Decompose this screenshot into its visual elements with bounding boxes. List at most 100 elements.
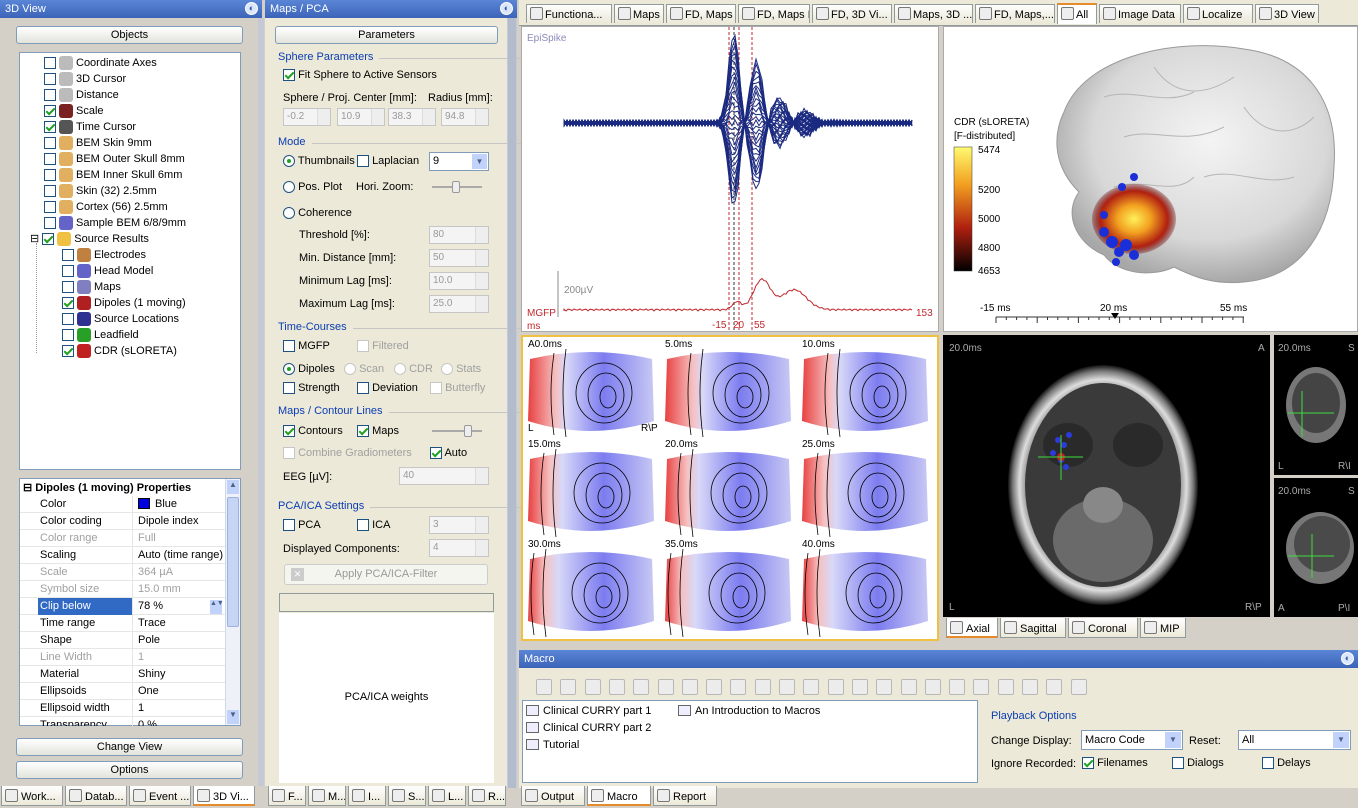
parameters-button[interactable]: Parameters bbox=[275, 26, 498, 44]
panel-menu-icon[interactable]: ◐ bbox=[245, 2, 258, 15]
record-icon[interactable] bbox=[997, 679, 1014, 695]
tree-checkbox[interactable] bbox=[62, 249, 74, 262]
property-value[interactable]: 1 bbox=[136, 651, 144, 663]
tree-item[interactable]: BEM Outer Skull 8mm bbox=[44, 151, 185, 167]
tree-checkbox[interactable] bbox=[42, 233, 55, 246]
property-row[interactable]: Scale 364 µA bbox=[20, 564, 226, 581]
tree-checkbox[interactable] bbox=[44, 121, 56, 134]
property-row[interactable]: Ellipsoids One bbox=[20, 683, 226, 700]
tree-checkbox[interactable] bbox=[62, 297, 74, 310]
threshold-field[interactable]: 80 bbox=[429, 226, 489, 244]
center-x-field[interactable]: -0.2 bbox=[283, 108, 331, 126]
filenames-checkbox[interactable]: Filenames bbox=[1082, 757, 1148, 770]
change-display-select[interactable]: Macro Code ▼ bbox=[1081, 730, 1183, 750]
maps-grid-view[interactable]: A0.0ms L R\P 5.0ms 10.0ms 15.0ms 20.0ms 25.0ms 3… bbox=[521, 335, 939, 641]
center-z-field[interactable]: 38.3 bbox=[388, 108, 436, 126]
tree-item[interactable]: Maps bbox=[62, 279, 121, 295]
reset-select[interactable]: All ▼ bbox=[1238, 730, 1351, 750]
tree-checkbox[interactable] bbox=[44, 201, 56, 214]
topo-map[interactable]: 10.0ms bbox=[797, 337, 934, 437]
tree-checkbox[interactable] bbox=[44, 57, 56, 70]
tree-checkbox[interactable] bbox=[44, 105, 56, 118]
topo-map[interactable]: 35.0ms bbox=[660, 537, 797, 637]
layout-tab[interactable]: All bbox=[1057, 3, 1097, 24]
layout-tab[interactable]: FD, Maps H bbox=[738, 4, 810, 23]
ica-checkbox[interactable]: ICA bbox=[357, 519, 390, 532]
tree-item[interactable]: 3D Cursor bbox=[44, 71, 126, 87]
mri-coronal-view[interactable]: 20.0ms S L R\I bbox=[1274, 335, 1358, 475]
hori-zoom-slider[interactable] bbox=[432, 181, 482, 193]
tree-item[interactable]: Electrodes bbox=[62, 247, 146, 263]
stats-radio[interactable]: Stats bbox=[441, 363, 481, 376]
tree-item[interactable]: Coordinate Axes bbox=[44, 55, 157, 71]
undo-icon[interactable] bbox=[900, 679, 917, 695]
property-row[interactable]: Color range Full bbox=[20, 530, 226, 547]
property-value[interactable]: Shiny bbox=[136, 668, 166, 680]
pca-checkbox[interactable]: PCA bbox=[283, 519, 321, 532]
bottom-tab[interactable]: M... bbox=[308, 786, 346, 806]
contour-slider[interactable] bbox=[432, 425, 482, 437]
macro-list[interactable]: Clinical CURRY part 1 Clinical CURRY part… bbox=[522, 700, 978, 783]
property-row[interactable]: Color coding Dipole index bbox=[20, 513, 226, 530]
record-icon[interactable] bbox=[1022, 679, 1038, 695]
tree-checkbox[interactable] bbox=[62, 345, 74, 358]
save-icon[interactable] bbox=[584, 679, 601, 695]
max-lag-field[interactable]: 25.0 bbox=[429, 295, 489, 313]
bottom-tab[interactable]: Work... bbox=[1, 786, 63, 806]
tree-item[interactable]: Cortex (56) 2.5mm bbox=[44, 199, 168, 215]
tree-item[interactable]: Skin (32) 2.5mm bbox=[44, 183, 157, 199]
list-view-icon[interactable] bbox=[706, 679, 723, 695]
tree-item[interactable]: Dipoles (1 moving) bbox=[62, 295, 186, 311]
refresh-icon[interactable] bbox=[949, 679, 966, 695]
scan-radio[interactable]: Scan bbox=[344, 363, 384, 376]
eeg-field[interactable]: 40 bbox=[399, 467, 489, 485]
bottom-tab[interactable]: S... bbox=[388, 786, 426, 806]
property-value[interactable]: 78 % ▲▼ bbox=[136, 600, 224, 614]
tree-item[interactable]: Head Model bbox=[62, 263, 153, 279]
panel-menu-icon[interactable]: ◐ bbox=[1341, 652, 1354, 665]
options-button[interactable]: Options bbox=[16, 761, 243, 779]
thumbnails-radio[interactable]: Thumbnails bbox=[283, 155, 355, 168]
topo-map[interactable]: 30.0ms bbox=[523, 537, 660, 637]
tree-checkbox[interactable] bbox=[44, 217, 56, 230]
bottom-tab[interactable]: L... bbox=[428, 786, 466, 806]
layout-tab[interactable]: Functiona... bbox=[526, 4, 612, 23]
view-tab[interactable]: Sagittal bbox=[1000, 618, 1066, 638]
mri-axial-view[interactable]: 20.0ms A L R\P bbox=[943, 335, 1270, 617]
step-icon[interactable] bbox=[779, 679, 795, 695]
property-row[interactable]: Color Blue bbox=[20, 496, 226, 513]
step-icon[interactable] bbox=[803, 679, 820, 695]
props-scrollbar[interactable]: ▲ ▼ bbox=[225, 479, 240, 725]
topo-map[interactable]: 20.0ms bbox=[660, 437, 797, 537]
refresh-icon[interactable] bbox=[924, 679, 941, 695]
property-value[interactable]: One bbox=[136, 685, 159, 697]
contours-checkbox[interactable]: Contours bbox=[283, 425, 343, 438]
property-value[interactable]: 15.0 mm bbox=[136, 583, 181, 595]
bottom-tab[interactable]: R... bbox=[468, 786, 506, 806]
bottom-tab[interactable]: I... bbox=[348, 786, 386, 806]
slider-thumb[interactable] bbox=[464, 425, 472, 437]
bottom-tab[interactable]: Report bbox=[653, 786, 717, 806]
macro-item[interactable]: Clinical CURRY part 1 bbox=[526, 705, 651, 717]
bottom-tab[interactable]: Datab... bbox=[65, 786, 127, 806]
property-value[interactable]: Full bbox=[136, 532, 156, 544]
layout-tab[interactable]: FD, 3D Vi... bbox=[812, 4, 892, 23]
min-lag-field[interactable]: 10.0 bbox=[429, 272, 489, 290]
copy-icon[interactable] bbox=[681, 679, 698, 695]
deviation-checkbox[interactable]: Deviation bbox=[357, 382, 418, 395]
bottom-tab[interactable]: Macro bbox=[587, 786, 651, 806]
step-icon[interactable] bbox=[851, 679, 868, 695]
bottom-tab[interactable]: 3D Vi... bbox=[193, 786, 255, 806]
tree-item[interactable]: Distance bbox=[44, 87, 119, 103]
tree-item[interactable]: Source Locations bbox=[62, 311, 179, 327]
step-icon[interactable] bbox=[827, 679, 844, 695]
record-icon[interactable] bbox=[973, 679, 990, 695]
new-macro-icon[interactable] bbox=[536, 679, 552, 695]
objects-tree[interactable]: Coordinate Axes 3D Cursor Distance Scale Tim… bbox=[19, 52, 241, 470]
displayed-comp-field[interactable]: 4 bbox=[429, 539, 489, 557]
props-header[interactable]: ⊟ Dipoles (1 moving) Properties bbox=[20, 479, 226, 496]
scroll-thumb[interactable] bbox=[227, 497, 239, 627]
butterfly-checkbox[interactable]: Butterfly bbox=[430, 382, 485, 395]
tree-item[interactable]: ⊟ Source Results bbox=[30, 231, 149, 247]
open-icon[interactable] bbox=[560, 679, 577, 695]
